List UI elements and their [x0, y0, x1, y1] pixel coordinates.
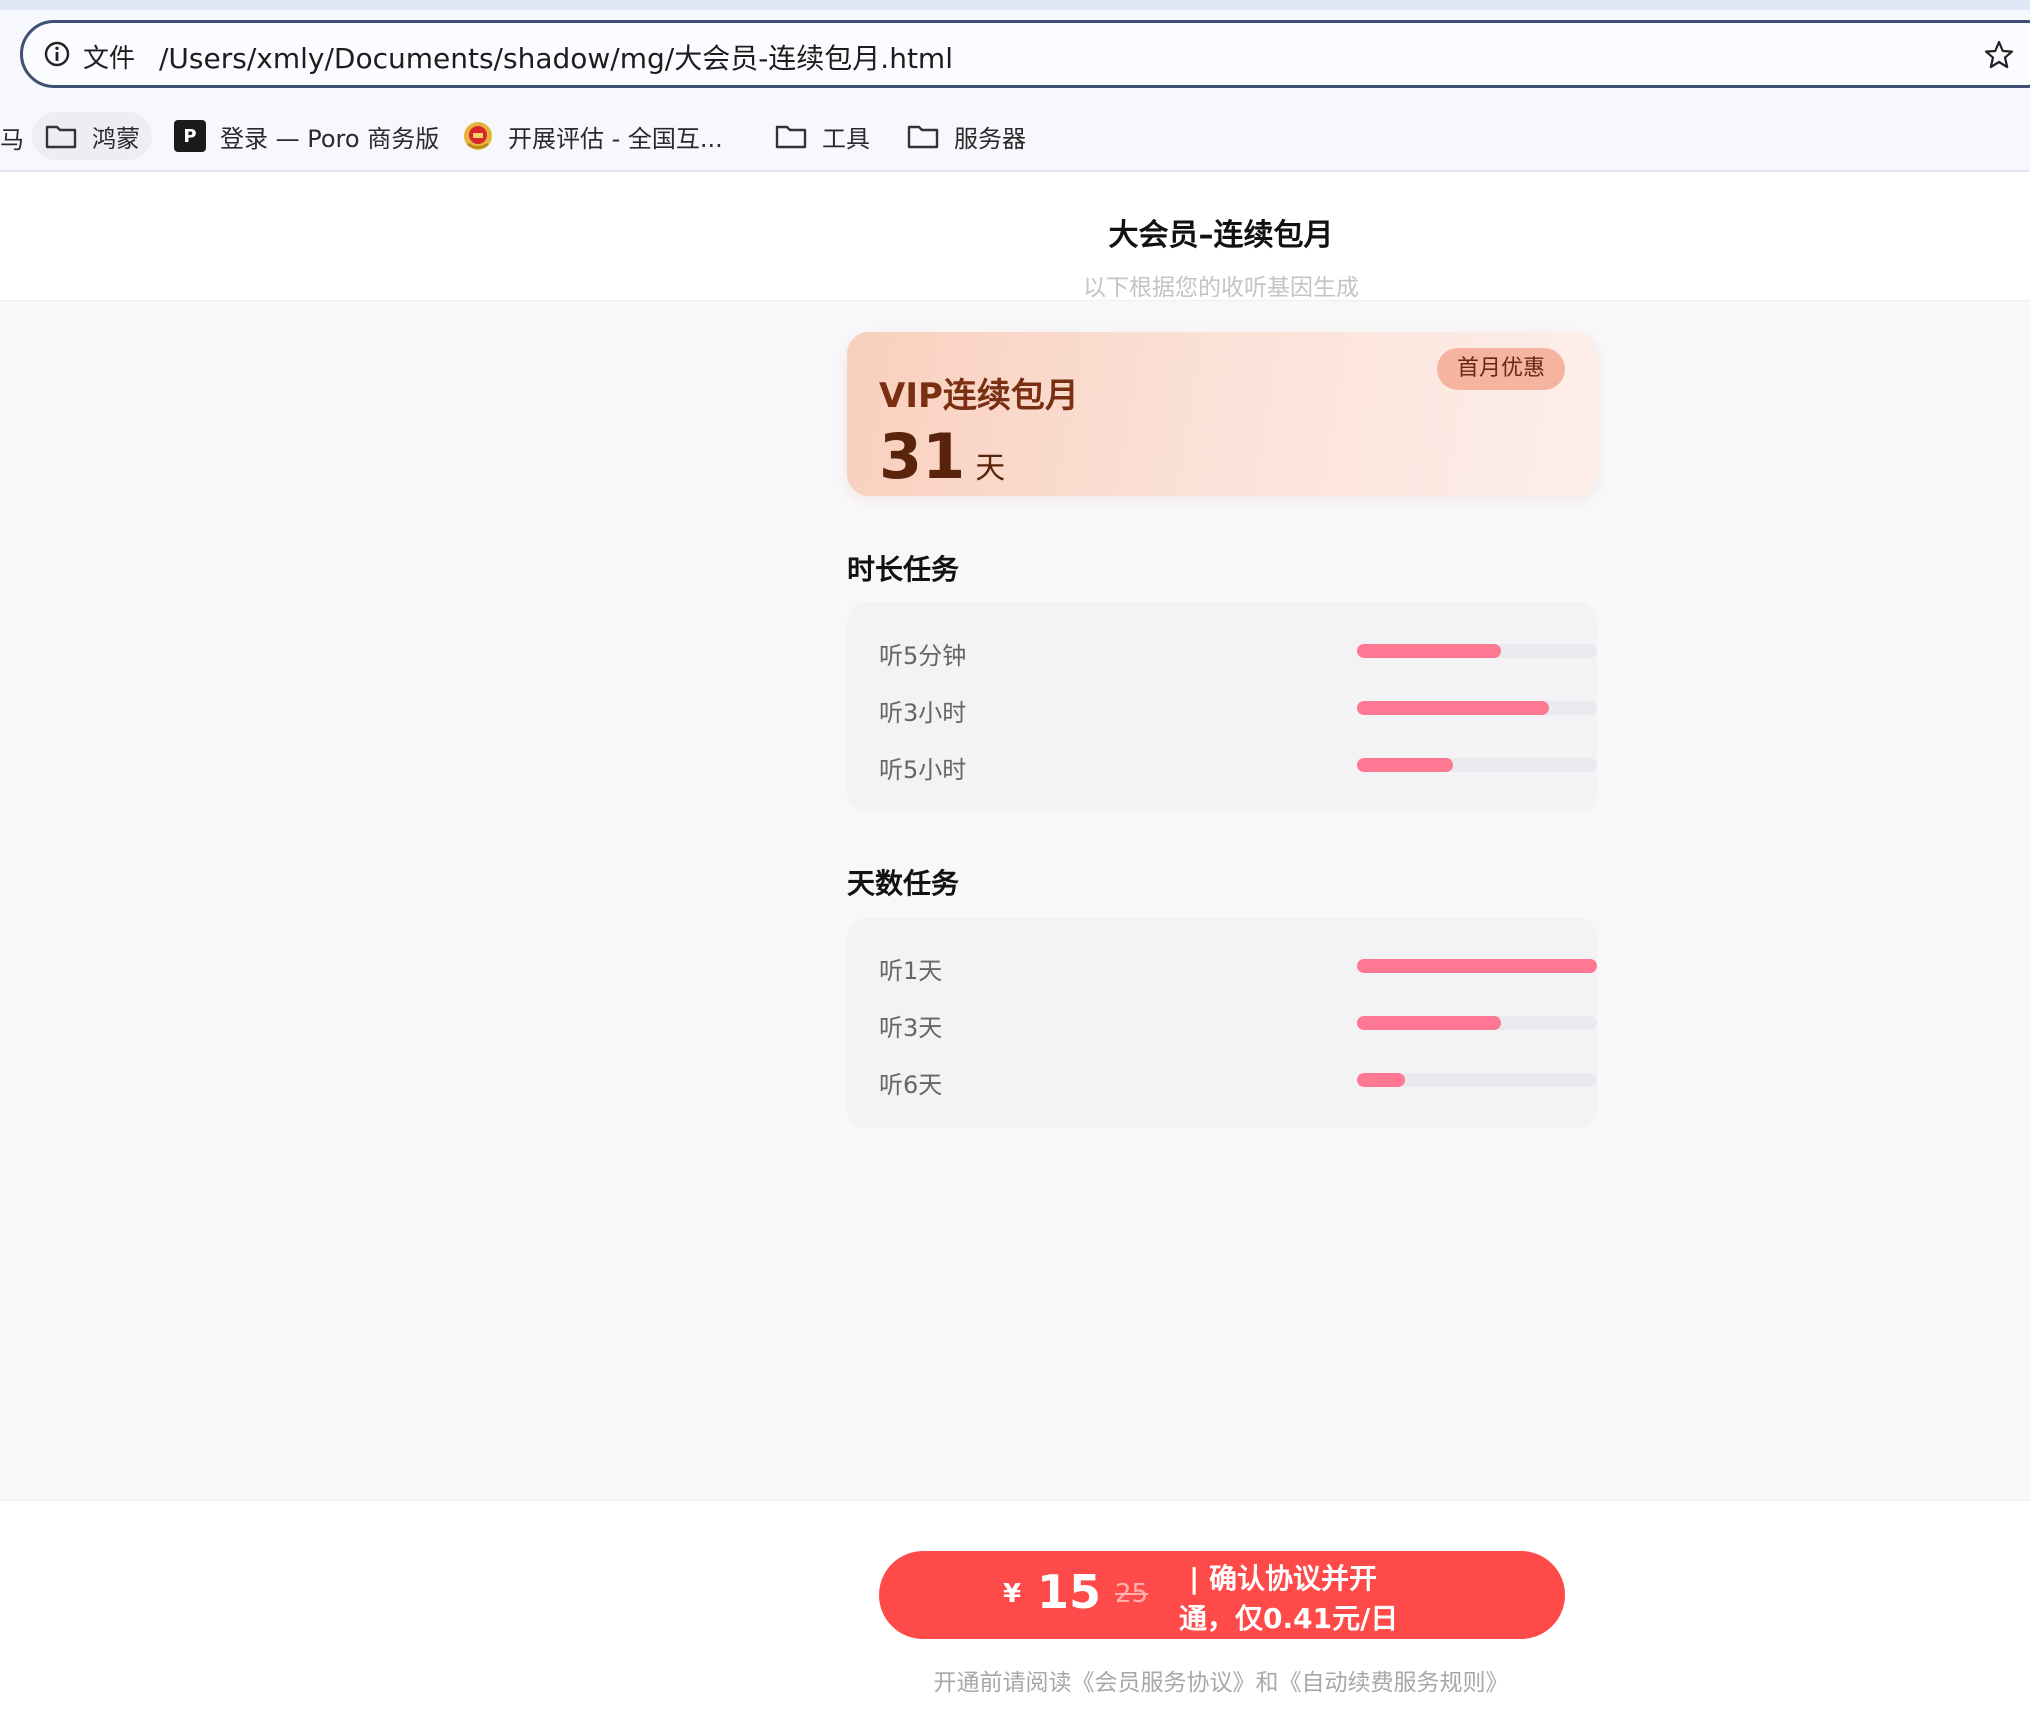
vip-days-value: 31 — [879, 420, 966, 493]
task-label: 听5分钟 — [879, 642, 967, 670]
bookmark-folder-hongmeng[interactable]: 鸿蒙 — [32, 112, 152, 160]
file-scheme-label: 文件 — [83, 44, 136, 74]
address-bar[interactable]: 文件 /Users/xmly/Documents/shadow/mg/大会员-连… — [20, 20, 2030, 88]
price-current: 15 — [1037, 1565, 1102, 1619]
task-progress-track — [1357, 644, 1597, 658]
task-progress-fill — [1357, 701, 1549, 715]
folder-icon — [907, 125, 939, 149]
browser-chrome: 文件 /Users/xmly/Documents/shadow/mg/大会员-连… — [0, 10, 2030, 172]
poro-logo-icon: P — [174, 120, 206, 152]
duration-tasks-panel: 听5分钟 听3小时 听5小时 — [847, 602, 1597, 812]
page-subtitle: 以下根据您的收听基因生成 — [1083, 275, 1359, 301]
page-title: 大会员–连续包月 — [1108, 218, 1334, 253]
task-row: 听5分钟 — [879, 632, 1597, 672]
task-progress-track — [1357, 1016, 1597, 1030]
task-row: 听3小时 — [879, 689, 1597, 729]
task-label: 听6天 — [879, 1071, 943, 1099]
task-row: 听1天 — [879, 947, 1597, 987]
button-label-line1: | 确认协议并开 — [1189, 1562, 1377, 1595]
day-tasks-panel: 听1天 听3天 听6天 — [847, 918, 1597, 1128]
bookmark-label: 工具 — [822, 124, 870, 153]
vip-plan-name: VIP连续包月 — [879, 376, 1079, 416]
task-progress-fill — [1357, 758, 1453, 772]
agreement-notice[interactable]: 开通前请阅读《会员服务协议》和《自动续费服务规则》 — [0, 1663, 2030, 1697]
folder-icon — [775, 125, 807, 149]
task-label: 听3天 — [879, 1014, 943, 1042]
bookmark-partial-label[interactable]: 马 — [0, 120, 24, 155]
emblem-icon — [464, 122, 492, 150]
task-label: 听1天 — [879, 957, 943, 985]
page-header: 大会员–连续包月 以下根据您的收听基因生成 — [0, 172, 2030, 301]
bookmark-kaizhan[interactable]: 开展评估 - 全国互... — [462, 114, 723, 158]
task-progress-track — [1357, 959, 1597, 973]
bookmark-folder-server[interactable]: 服务器 — [906, 114, 1026, 158]
vip-days-unit: 天 — [975, 451, 1006, 486]
task-row: 听3天 — [879, 1004, 1597, 1044]
info-icon[interactable] — [43, 40, 71, 68]
vip-days: 31 天 — [879, 420, 1005, 493]
bookmark-label: 开展评估 - 全国互... — [508, 124, 723, 153]
bookmarks-bar: 马 鸿蒙 P 登录 — Poro 商务版 开展评估 - 全国互... 工具 服务… — [0, 110, 2030, 162]
task-progress-track — [1357, 758, 1597, 772]
folder-icon — [45, 125, 77, 149]
task-label: 听5小时 — [879, 756, 967, 784]
url-text[interactable]: /Users/xmly/Documents/shadow/mg/大会员-连续包月… — [159, 37, 953, 77]
task-progress-track — [1357, 1073, 1597, 1087]
duration-tasks-title: 时长任务 — [847, 553, 960, 586]
task-progress-fill — [1357, 959, 1597, 973]
task-label: 听3小时 — [879, 699, 967, 727]
button-label-line2: 通，仅0.41元/日 — [1179, 1602, 1399, 1635]
task-progress-track — [1357, 701, 1597, 715]
day-tasks-title: 天数任务 — [847, 867, 960, 900]
task-progress-fill — [1357, 644, 1501, 658]
task-row: 听6天 — [879, 1061, 1597, 1101]
task-progress-fill — [1357, 1016, 1501, 1030]
price-currency: ¥ — [1003, 1579, 1022, 1609]
bookmark-folder-tools[interactable]: 工具 — [774, 114, 870, 158]
bookmark-label: 登录 — Poro 商务版 — [220, 124, 440, 153]
task-row: 听5小时 — [879, 746, 1597, 786]
vip-plan-card[interactable]: VIP连续包月 31 天 首月优惠 — [847, 332, 1597, 496]
first-month-discount-badge: 首月优惠 — [1437, 348, 1565, 390]
bookmark-label: 服务器 — [954, 124, 1026, 153]
window-top-strip — [0, 0, 2030, 10]
task-progress-fill — [1357, 1073, 1405, 1087]
confirm-subscribe-button[interactable]: ¥ 15 25 | 确认协议并开 通，仅0.41元/日 — [879, 1551, 1565, 1639]
price-original: 25 — [1115, 1579, 1149, 1609]
bookmark-label: 鸿蒙 — [92, 124, 140, 153]
bookmark-star-icon[interactable] — [1983, 39, 2015, 71]
bookmark-poro[interactable]: P 登录 — Poro 商务版 — [174, 114, 439, 158]
purchase-footer: ¥ 15 25 | 确认协议并开 通，仅0.41元/日 开通前请阅读《会员服务协… — [0, 1500, 2030, 1717]
